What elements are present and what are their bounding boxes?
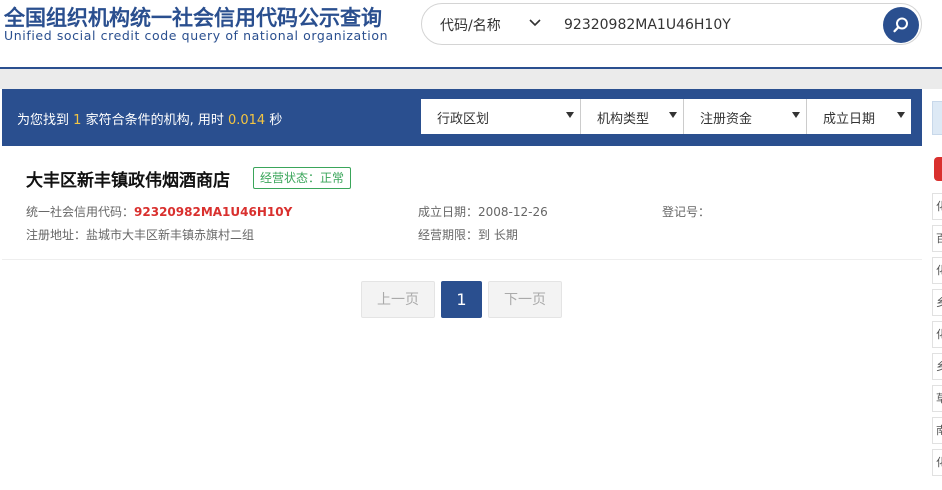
result-summary: 为您找到 1 家符合条件的机构, 用时 0.014 秒 (17, 109, 282, 128)
caret-down-icon (897, 112, 905, 118)
reg-no-row: 登记号： (662, 203, 710, 220)
result-card: 大丰区新丰镇政伟烟酒商店 经营状态：正常 统一社会信用代码：92320982MA… (2, 146, 922, 260)
summary-prefix: 为您找到 (17, 113, 70, 128)
filter-label: 行政区划 (437, 112, 490, 127)
search-type-select[interactable]: 代码/名称 (440, 15, 501, 35)
founded-row: 成立日期：2008-12-26 (418, 203, 548, 220)
page-1-button[interactable]: 1 (441, 281, 482, 318)
reg-no-label: 登记号： (662, 205, 711, 219)
filter-org-type[interactable]: 机构类型 (581, 99, 684, 134)
status-badge: 经营状态：正常 (253, 167, 352, 189)
summary-middle: 家符合条件的机构, 用时 (85, 113, 224, 128)
search-button[interactable] (883, 7, 919, 43)
filter-region[interactable]: 行政区划 (421, 99, 581, 134)
sidebar-link[interactable]: 南 (932, 417, 942, 444)
search-input[interactable] (564, 14, 864, 36)
right-sidebar: 化 百 化 乡 化 乡 草 南 化 (924, 89, 942, 490)
filter-group: 行政区划 机构类型 注册资金 成立日期 (421, 99, 911, 134)
founded-label: 成立日期： (418, 205, 479, 219)
address-row: 注册地址：盐城市大丰区新丰镇赤旗村二组 (26, 226, 254, 243)
founded-value: 2008-12-26 (478, 205, 548, 219)
search-icon (893, 17, 908, 33)
next-page-button[interactable]: 下一页 (488, 281, 562, 318)
sidebar-link[interactable]: 化 (932, 257, 942, 284)
caret-down-icon (566, 112, 574, 118)
site-header: 全国组织机构统一社会信用代码公示查询 Unified social credit… (0, 0, 942, 69)
term-value: 到 长期 (478, 228, 518, 242)
prev-page-button[interactable]: 上一页 (361, 281, 435, 318)
filter-label: 机构类型 (597, 112, 650, 127)
filter-label: 注册资金 (700, 112, 753, 127)
company-name-link[interactable]: 大丰区新丰镇政伟烟酒商店 (26, 166, 230, 191)
summary-suffix: 秒 (269, 113, 283, 128)
filter-label: 成立日期 (823, 112, 876, 127)
sidebar-badge (934, 157, 942, 181)
spacer-band (0, 69, 942, 89)
chevron-down-icon[interactable] (528, 16, 542, 30)
credit-code-label: 统一社会信用代码： (26, 205, 135, 219)
sidebar-link[interactable]: 化 (932, 321, 942, 348)
address-value: 盐城市大丰区新丰镇赤旗村二组 (86, 228, 255, 242)
query-time: 0.014 (227, 113, 266, 128)
filter-capital[interactable]: 注册资金 (684, 99, 807, 134)
sidebar-tab[interactable] (932, 101, 942, 135)
credit-code-row: 统一社会信用代码：92320982MA1U46H10Y (26, 203, 292, 220)
term-label: 经营期限： (418, 228, 479, 242)
credit-code-value: 92320982MA1U46H10Y (134, 205, 293, 219)
site-subtitle: Unified social credit code query of nati… (4, 28, 389, 43)
result-count: 1 (73, 113, 82, 128)
caret-down-icon (792, 112, 800, 118)
sidebar-link[interactable]: 草 (932, 385, 942, 412)
sidebar-link[interactable]: 化 (932, 193, 942, 220)
caret-down-icon (669, 112, 677, 118)
term-row: 经营期限：到 长期 (418, 226, 518, 243)
sidebar-link[interactable]: 化 (932, 449, 942, 476)
results-toolbar: 为您找到 1 家符合条件的机构, 用时 0.014 秒 行政区划 机构类型 注册… (2, 89, 922, 146)
sidebar-link[interactable]: 乡 (932, 353, 942, 380)
search-bar: 代码/名称 (421, 3, 922, 45)
filter-founded-date[interactable]: 成立日期 (807, 99, 911, 134)
address-label: 注册地址： (26, 228, 87, 242)
sidebar-link[interactable]: 乡 (932, 289, 942, 316)
sidebar-link[interactable]: 百 (932, 225, 942, 252)
